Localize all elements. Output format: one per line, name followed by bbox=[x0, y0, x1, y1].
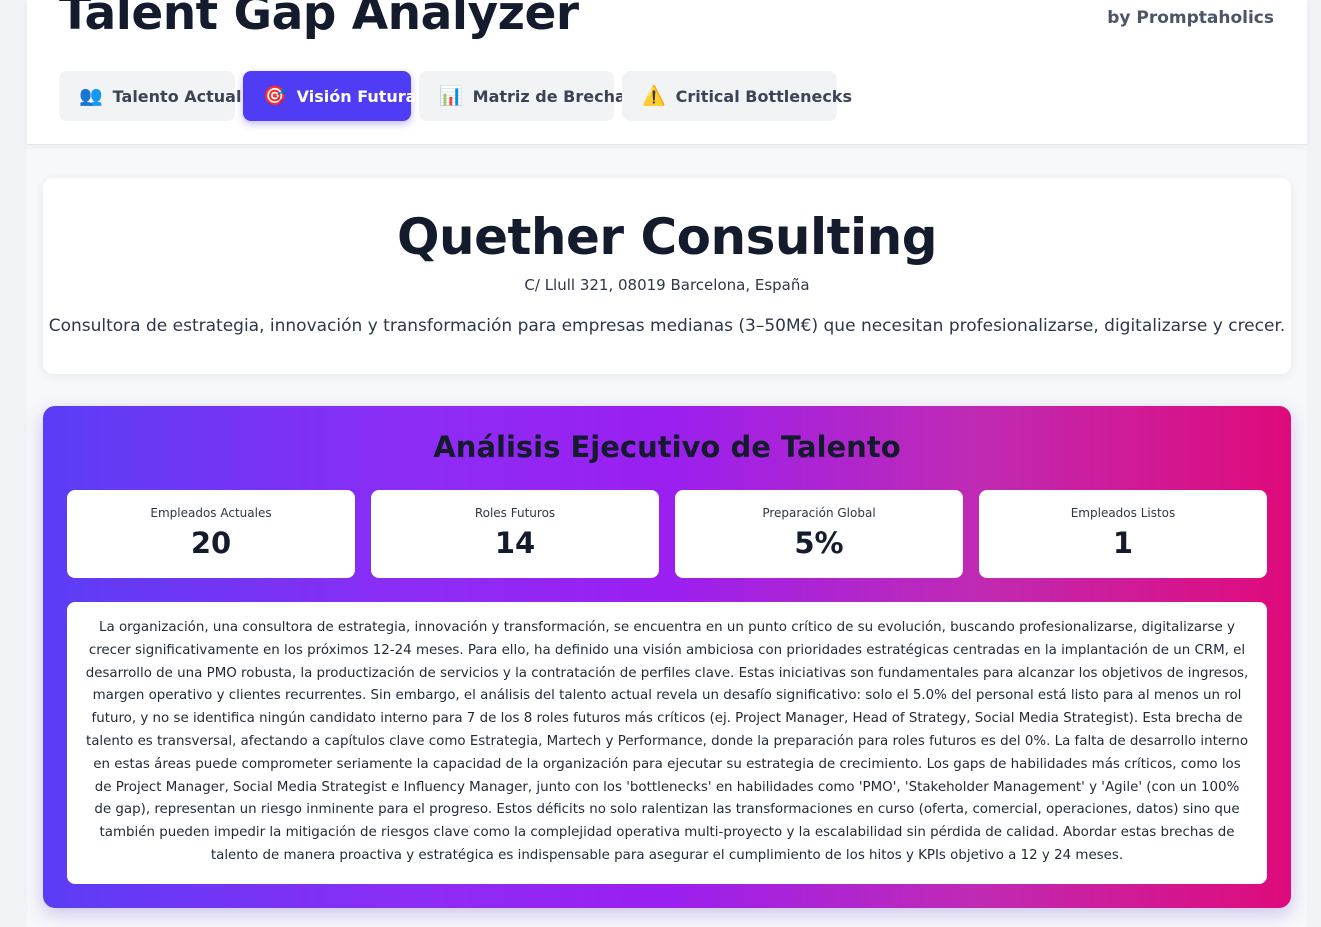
tab-label: Critical Bottlenecks bbox=[675, 86, 852, 106]
stat-label: Empleados Listos bbox=[1070, 506, 1176, 520]
stat-value: 14 bbox=[494, 526, 536, 560]
company-card: Quether Consulting C/ Llull 321, 08019 B… bbox=[43, 178, 1291, 374]
tab-label: Visión Futura bbox=[296, 86, 417, 106]
executive-analysis-panel: Análisis Ejecutivo de Talento Empleados … bbox=[43, 406, 1291, 908]
people-icon: 👥 bbox=[79, 84, 103, 107]
stats-row: Empleados Actuales 20 Roles Futuros 14 P… bbox=[67, 490, 1267, 578]
stat-card-empleados-listos: Empleados Listos 1 bbox=[979, 490, 1267, 578]
tab-vision-futura[interactable]: 🎯 Visión Futura bbox=[243, 71, 416, 121]
tab-critical-bottlenecks[interactable]: ⚠️ Critical Bottlenecks bbox=[622, 71, 852, 121]
byline: by Promptaholics bbox=[1107, 8, 1274, 28]
stat-value: 20 bbox=[190, 526, 232, 560]
company-address: C/ Llull 321, 08019 Barcelona, España bbox=[524, 276, 810, 294]
executive-analysis-title: Análisis Ejecutivo de Talento bbox=[433, 430, 901, 464]
stat-value: 1 bbox=[1112, 526, 1134, 560]
company-name: Quether Consulting bbox=[396, 208, 938, 266]
tab-label: Matriz de Brecha bbox=[472, 86, 626, 106]
tab-bar: 👥 Talento Actual 🎯 Visión Futura 📊 Matri… bbox=[59, 71, 852, 121]
tab-talento-actual[interactable]: 👥 Talento Actual bbox=[59, 71, 241, 121]
warning-icon: ⚠️ bbox=[642, 84, 666, 107]
company-description: Consultora de estrategia, innovación y t… bbox=[48, 316, 1286, 336]
stat-card-preparacion-global: Preparación Global 5% bbox=[675, 490, 963, 578]
stat-label: Preparación Global bbox=[762, 506, 876, 520]
stat-card-empleados-actuales: Empleados Actuales 20 bbox=[67, 490, 355, 578]
stat-label: Roles Futuros bbox=[474, 506, 556, 520]
app-title: Talent Gap Analyzer bbox=[59, 0, 579, 41]
tab-matriz-de-brecha[interactable]: 📊 Matriz de Brecha bbox=[419, 71, 626, 121]
app-header: Talent Gap Analyzer by Promptaholics 👥 T… bbox=[27, 0, 1307, 145]
executive-summary-text: La organización, una consultora de estra… bbox=[67, 602, 1267, 884]
stat-card-roles-futuros: Roles Futuros 14 bbox=[371, 490, 659, 578]
stat-value: 5% bbox=[794, 526, 844, 560]
stat-label: Empleados Actuales bbox=[150, 506, 272, 520]
bar-chart-icon: 📊 bbox=[439, 84, 463, 107]
app-root: Talent Gap Analyzer by Promptaholics 👥 T… bbox=[27, 0, 1307, 927]
target-icon: 🎯 bbox=[263, 84, 287, 107]
tab-label: Talento Actual bbox=[112, 86, 242, 106]
